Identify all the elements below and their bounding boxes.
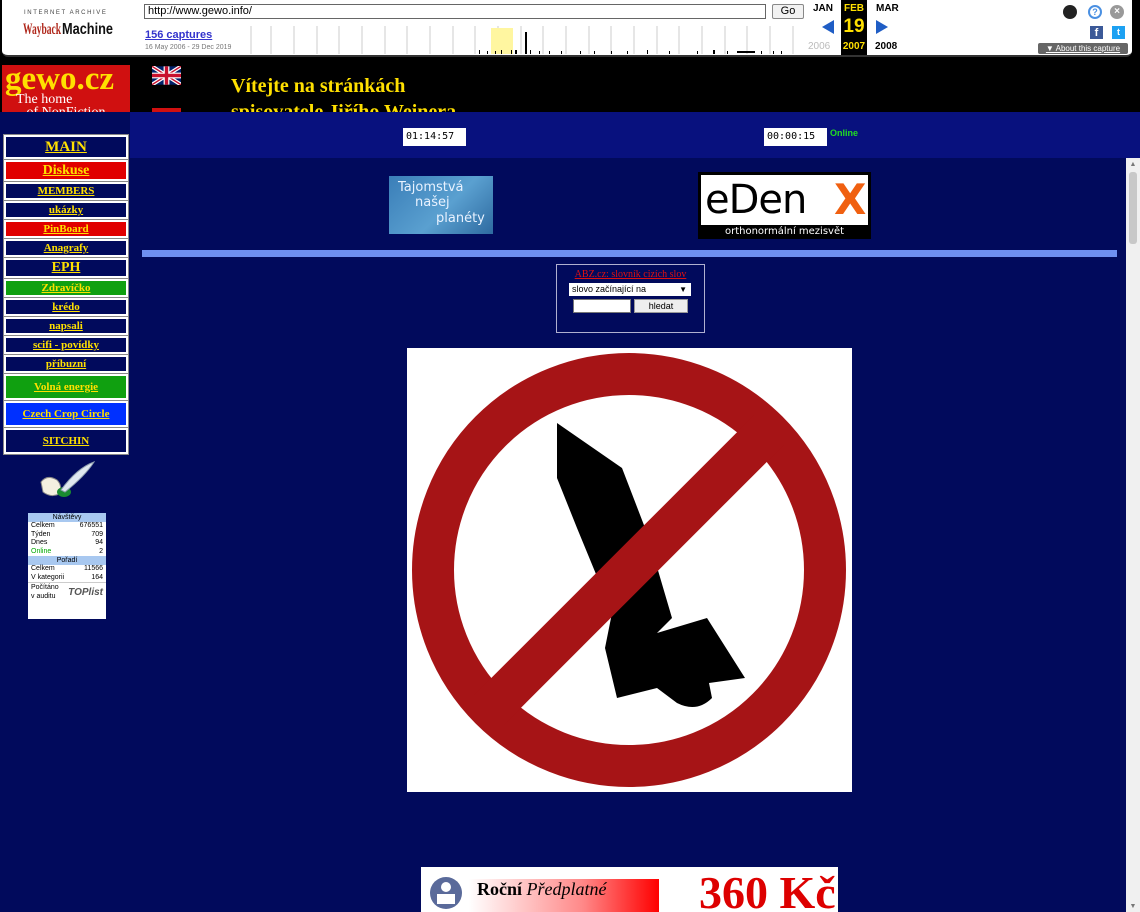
wayback-panel: INTERNET ARCHIVE Wayback Machine http://… bbox=[2, 0, 1132, 57]
eden-x-mark: X bbox=[834, 175, 867, 224]
uk-flag-icon[interactable] bbox=[152, 66, 181, 85]
nav-item-napsali[interactable]: napsali bbox=[3, 316, 129, 336]
nav-item-uk-zky[interactable]: ukázky bbox=[3, 200, 129, 220]
user-icon[interactable] bbox=[1063, 5, 1077, 19]
next-year-link[interactable]: 2008 bbox=[875, 41, 897, 52]
eden-subtitle: orthonormální mezisvět bbox=[724, 226, 845, 237]
counter-row: V kategorii 164 bbox=[31, 573, 103, 581]
left-nav: MAIN Diskuse MEMBERS ukázky PinBoard Anagrafy… bbox=[3, 134, 129, 455]
nav-item-anagrafy[interactable]: Anagrafy bbox=[3, 238, 129, 258]
scroll-up-icon[interactable]: ▲ bbox=[1126, 158, 1140, 170]
current-month: FEB bbox=[844, 3, 864, 14]
quill-pen-icon bbox=[40, 461, 95, 497]
subscription-ad[interactable]: Roční Předplatné 360 Kč bbox=[421, 867, 838, 912]
nav-item-czech-crop-circle[interactable]: Czech Crop Circle bbox=[3, 400, 129, 428]
scroll-down-icon[interactable]: ▼ bbox=[1126, 900, 1140, 912]
dropdown-arrow-icon: ▼ bbox=[679, 285, 687, 294]
welcome-heading: Vítejte na stránkách spisovatele Jiřího … bbox=[231, 75, 457, 112]
nav-item-scifi-pov-dky[interactable]: scifi - povídky bbox=[3, 335, 129, 355]
visits-header: Návštěvy bbox=[28, 513, 106, 522]
counter-footer: Počítáno v auditu TOPlist bbox=[28, 582, 106, 603]
current-day: 19 bbox=[843, 16, 865, 37]
search-mode-select[interactable]: slovo začínající na ▼ bbox=[569, 283, 691, 296]
site-header: gewo.cz The home of NonFiction Vítejte n… bbox=[0, 58, 1140, 112]
svg-text:Machine: Machine bbox=[62, 21, 113, 37]
wayback-machine-logo[interactable]: Wayback Machine bbox=[22, 19, 114, 37]
prev-month-link[interactable]: JAN bbox=[813, 3, 833, 14]
current-capture-date: FEB 19 2007 bbox=[841, 0, 867, 55]
scrollbar[interactable]: ▲ ▼ bbox=[1126, 158, 1140, 912]
url-input[interactable]: http://www.gewo.info/ bbox=[144, 4, 766, 19]
nav-item-diskuse[interactable]: Diskuse bbox=[3, 159, 129, 182]
ad-price: 360 Kč bbox=[699, 867, 836, 912]
rank-header: Pořadí bbox=[28, 556, 106, 565]
facebook-icon[interactable]: f bbox=[1090, 26, 1103, 39]
go-button[interactable]: Go bbox=[772, 4, 804, 19]
capture-sparkline[interactable] bbox=[249, 26, 809, 54]
search-button[interactable]: hledat bbox=[634, 299, 688, 313]
dictionary-link[interactable]: ABZ.cz: slovník cizích slov bbox=[557, 269, 704, 280]
clock-field: 01:14:57 bbox=[403, 128, 466, 146]
nav-item-pinboard[interactable]: PinBoard bbox=[3, 219, 129, 239]
site-logo[interactable]: gewo.cz The home of NonFiction bbox=[2, 65, 130, 112]
dictionary-widget: ABZ.cz: slovník cizích slov slovo začína… bbox=[556, 264, 705, 333]
online-time-field: 00:00:15 bbox=[764, 128, 827, 146]
nav-item-eph[interactable]: EPH bbox=[3, 257, 129, 279]
svg-text:Wayback: Wayback bbox=[23, 21, 61, 37]
prev-year-link[interactable]: 2006 bbox=[808, 41, 830, 52]
status-bar: 01:14:57 00:00:15 Online bbox=[130, 112, 1140, 158]
toplist-counter[interactable]: Návštěvy Celkem 676551 Týden 709 Dnes 94 On… bbox=[28, 513, 106, 619]
nav-item-p-buzn-[interactable]: příbuzní bbox=[3, 354, 129, 374]
ad-text: Roční Předplatné bbox=[477, 879, 607, 899]
counter-row: Online 2 bbox=[31, 547, 103, 555]
nav-item-main[interactable]: MAIN bbox=[3, 134, 129, 160]
dictionary-search-input[interactable] bbox=[573, 299, 631, 313]
logo-subtitle: The home of NonFiction bbox=[16, 92, 105, 113]
nav-item-voln-energie[interactable]: Volná energie bbox=[3, 373, 129, 401]
nav-item-members[interactable]: MEMBERS bbox=[3, 181, 129, 201]
eden-banner[interactable]: eDen X orthonormální mezisvět bbox=[698, 172, 871, 239]
counter-row: Celkem 11566 bbox=[31, 565, 103, 572]
eden-text: eDen bbox=[705, 177, 807, 223]
next-capture-arrow-icon[interactable] bbox=[876, 20, 888, 34]
toplist-logo: TOPlist bbox=[68, 587, 103, 598]
prev-capture-arrow-icon[interactable] bbox=[822, 20, 834, 34]
counter-row: Týden 709 bbox=[31, 530, 103, 538]
nav-item-zdrav-ko[interactable]: Zdravíčko bbox=[3, 278, 129, 298]
online-label: Online bbox=[830, 128, 859, 138]
no-rocket-sign-image bbox=[407, 348, 852, 792]
help-icon[interactable]: ? bbox=[1088, 5, 1102, 19]
close-icon[interactable]: × bbox=[1110, 5, 1124, 19]
current-year: 2007 bbox=[842, 41, 866, 52]
counter-row: Dnes 94 bbox=[31, 539, 103, 546]
captures-link[interactable]: 156 captures bbox=[145, 29, 212, 41]
nav-item-kr-do[interactable]: krédo bbox=[3, 297, 129, 317]
about-capture-button[interactable]: ▼ About this capture bbox=[1038, 43, 1128, 54]
internet-archive-label: INTERNET ARCHIVE bbox=[24, 10, 108, 16]
reader-icon bbox=[430, 877, 462, 909]
captures-range: 16 May 2006 - 29 Dec 2019 bbox=[145, 44, 232, 51]
next-month-link[interactable]: MAR bbox=[876, 3, 899, 14]
nav-item-sitchin[interactable]: SITCHIN bbox=[3, 427, 129, 455]
twitter-icon[interactable]: t bbox=[1112, 26, 1125, 39]
tajomstva-banner[interactable]: Tajomstvá našej planéty bbox=[389, 176, 493, 234]
wayback-toolbar: INTERNET ARCHIVE Wayback Machine http://… bbox=[0, 0, 1140, 58]
scroll-thumb[interactable] bbox=[1129, 172, 1137, 244]
divider bbox=[142, 250, 1117, 257]
counter-row: Celkem 676551 bbox=[31, 522, 103, 529]
